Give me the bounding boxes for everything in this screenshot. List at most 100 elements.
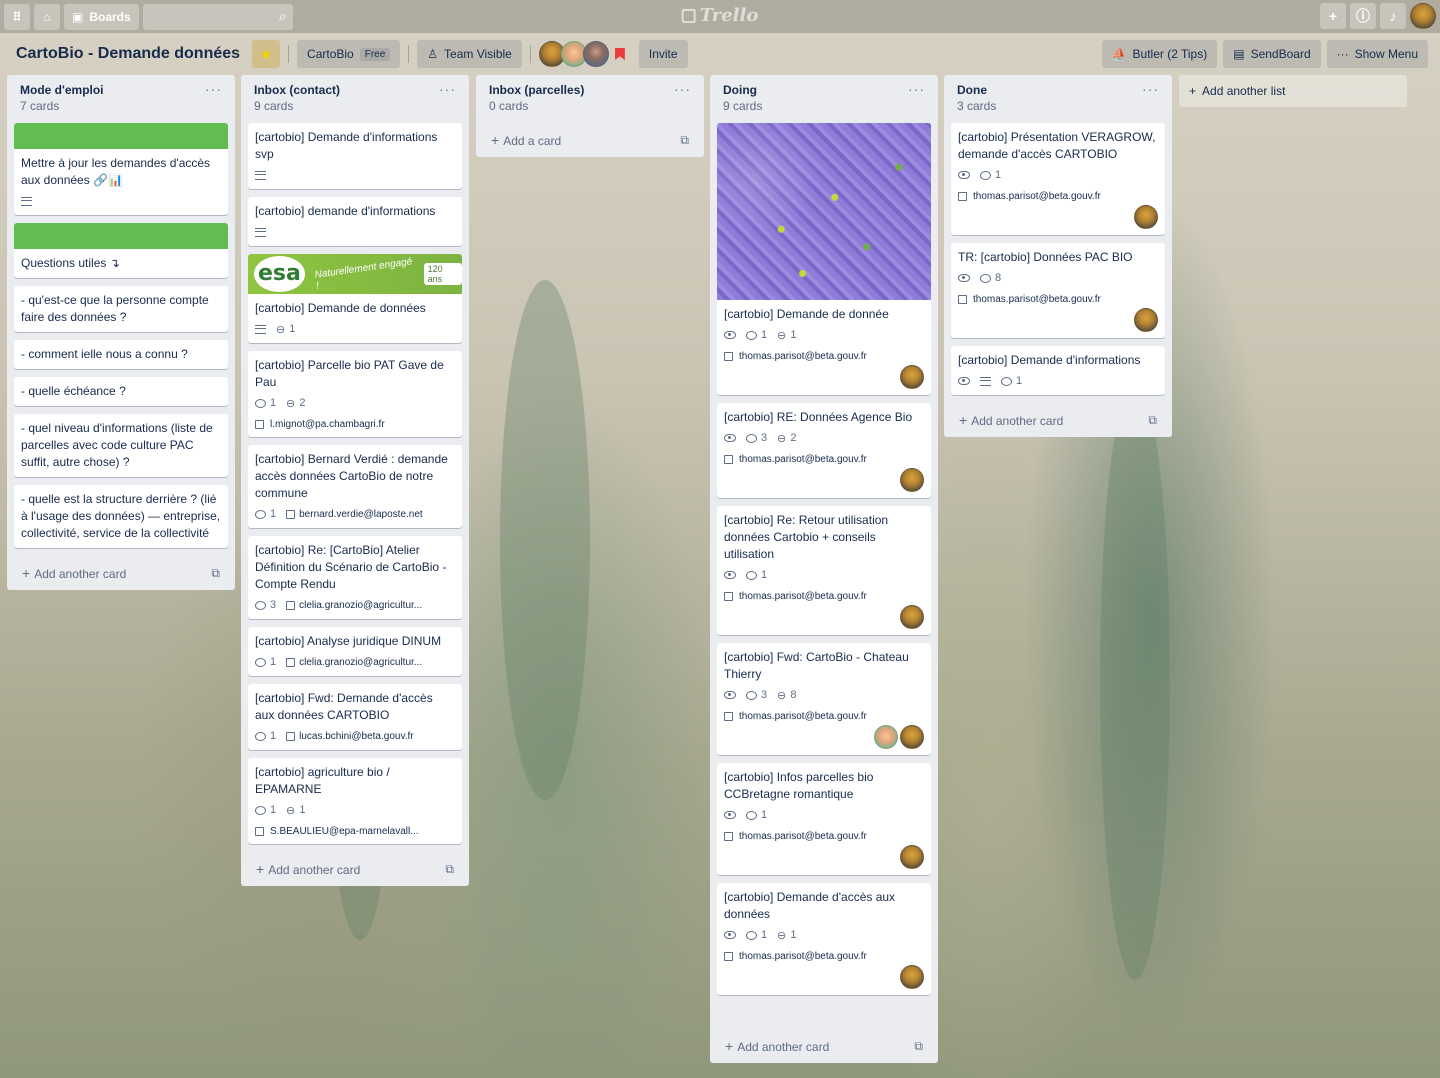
card-title: [cartobio] Parcelle bio PAT Gave de Pau — [255, 358, 444, 389]
watch-icon — [724, 811, 736, 819]
list-card[interactable]: [cartobio] Re: [CartoBio] Atelier Défini… — [248, 536, 462, 619]
apps-grid-icon[interactable]: ⠿ — [4, 3, 30, 30]
list-header[interactable]: Done 3 cards ··· — [951, 75, 1165, 123]
list-card[interactable]: [cartobio] Demande d'informations 1 — [951, 346, 1165, 395]
list-menu-icon[interactable]: ··· — [1142, 81, 1159, 97]
list-card[interactable]: [cartobio] Demande d'informations svp — [248, 123, 462, 189]
member-avatar[interactable] — [1134, 308, 1158, 332]
search-input[interactable]: ⌕ — [142, 3, 293, 30]
add-card-button[interactable]: + Add another card ⧉ — [717, 1029, 931, 1063]
add-list-button[interactable]: + Add another list — [1179, 75, 1407, 107]
add-card-button[interactable]: + Add another card ⧉ — [951, 403, 1165, 437]
description-icon — [255, 227, 266, 237]
list-card[interactable]: - comment ielle nous a connu ? — [14, 340, 228, 369]
list-card[interactable]: [cartobio] Infos parcelles bio CCBretagn… — [717, 763, 931, 875]
template-icon[interactable]: ⧉ — [680, 133, 689, 148]
list-card[interactable]: - quelle est la structure derrière ? (li… — [14, 485, 228, 548]
member-avatar[interactable] — [900, 468, 924, 492]
list-card[interactable]: [cartobio] Fwd: Demande d'accès aux donn… — [248, 684, 462, 750]
list-card[interactable]: [cartobio] Analyse juridique DINUM 1 cle… — [248, 627, 462, 676]
list-title[interactable]: Inbox (parcelles) — [489, 83, 691, 97]
template-icon[interactable]: ⧉ — [445, 862, 454, 877]
list-header[interactable]: Mode d'emploi 7 cards ··· — [14, 75, 228, 123]
list-card[interactable]: - qu'est-ce que la personne compte faire… — [14, 286, 228, 332]
divider — [288, 45, 290, 63]
card-title: [cartobio] demande d'informations — [255, 204, 436, 218]
plus-icon: + — [491, 132, 500, 148]
list-card[interactable]: [cartobio] Bernard Verdié : demande accè… — [248, 445, 462, 528]
list-card[interactable]: [cartobio] Présentation VERAGROW, demand… — [951, 123, 1165, 235]
member-avatar[interactable] — [582, 41, 609, 67]
list-header[interactable]: Inbox (parcelles) 0 cards ··· — [483, 75, 697, 123]
list-done: Done 3 cards ··· [cartobio] Présentation… — [944, 75, 1172, 437]
list-card[interactable]: [cartobio] agriculture bio / EPAMARNE 1 … — [248, 758, 462, 844]
list-card[interactable]: [cartobio] Parcelle bio PAT Gave de Pau … — [248, 351, 462, 437]
list-card[interactable]: Mettre à jour les demandes d'accès aux d… — [14, 123, 228, 215]
template-icon[interactable]: ⧉ — [1148, 413, 1157, 428]
member-avatar[interactable] — [900, 725, 924, 749]
trello-logo[interactable]: Trello — [681, 5, 758, 26]
list-card[interactable]: [cartobio] demande d'informations — [248, 197, 462, 246]
create-plus-icon[interactable]: + — [1320, 3, 1346, 29]
info-icon[interactable]: ⓘ — [1350, 3, 1376, 29]
list-header[interactable]: Doing 9 cards ··· — [717, 75, 931, 123]
member-avatar[interactable] — [900, 605, 924, 629]
list-title[interactable]: Mode d'emploi — [20, 83, 222, 97]
add-card-button[interactable]: + Add another card ⧉ — [14, 556, 228, 590]
green-label[interactable] — [14, 223, 228, 249]
flag-icon[interactable] — [614, 48, 625, 60]
description-icon — [980, 376, 991, 386]
list-card[interactable]: [cartobio] Fwd: CartoBio - Chateau Thier… — [717, 643, 931, 755]
list-card[interactable]: [cartobio] Demande d'accès aux données 1… — [717, 883, 931, 995]
list-card[interactable]: - quel niveau d'informations (liste de p… — [14, 414, 228, 477]
star-icon[interactable]: ★ — [252, 40, 281, 68]
card-title: [cartobio] Demande d'informations svp — [255, 130, 438, 161]
list-title[interactable]: Inbox (contact) — [254, 83, 456, 97]
add-card-button[interactable]: + Add a card ⧉ — [483, 123, 697, 157]
member-avatar[interactable] — [900, 965, 924, 989]
sendboard-icon — [724, 454, 733, 464]
bell-icon[interactable]: ♪ — [1380, 3, 1406, 29]
list-card[interactable]: - quelle échéance ? — [14, 377, 228, 406]
template-icon[interactable]: ⧉ — [914, 1039, 923, 1054]
board-title[interactable]: CartoBio - Demande données — [16, 45, 240, 63]
home-icon[interactable]: ⌂ — [34, 3, 60, 30]
sendboard-button[interactable]: ▤ SendBoard — [1223, 40, 1321, 68]
list-card[interactable]: esa Naturellement engagé ! 120 ans [cart… — [248, 254, 462, 343]
list-title[interactable]: Done — [957, 83, 1159, 97]
add-card-button[interactable]: + Add another card ⧉ — [248, 852, 462, 886]
butler-button[interactable]: ⛵ Butler (2 Tips) — [1101, 40, 1218, 68]
comment-icon — [980, 170, 991, 180]
list-card[interactable]: [cartobio] Re: Retour utilisation donnée… — [717, 506, 931, 635]
list-menu-icon[interactable]: ··· — [908, 81, 925, 97]
list-card[interactable]: Questions utiles ↴ — [14, 223, 228, 278]
list-cards-scroll[interactable]: [cartobio] Demande de donnée 1 ⊘ 1 thomas… — [717, 123, 931, 1029]
sender-email: clelia.granozio@agricultur... — [299, 656, 423, 668]
show-menu-button[interactable]: ··· Show Menu — [1326, 40, 1428, 68]
member-avatar[interactable] — [874, 725, 898, 749]
esa-logo: esa — [254, 256, 305, 292]
list-card[interactable]: [cartobio] RE: Données Agence Bio 3 ⊘ 2 t… — [717, 403, 931, 498]
comment-icon — [746, 690, 757, 700]
boards-button[interactable]: ▣ Boards — [64, 3, 139, 30]
board-icon: ▣ — [72, 9, 84, 24]
team-button[interactable]: CartoBio Free — [297, 40, 401, 68]
list-header[interactable]: Inbox (contact) 9 cards ··· — [248, 75, 462, 123]
member-avatar[interactable] — [1134, 205, 1158, 229]
list-menu-icon[interactable]: ··· — [205, 81, 222, 97]
visibility-button[interactable]: ♙ Team Visible — [417, 40, 522, 68]
list-card[interactable]: TR: [cartobio] Données PAC BIO 8 thomas.… — [951, 243, 1165, 338]
green-label[interactable] — [14, 123, 228, 149]
member-avatar[interactable] — [900, 845, 924, 869]
list-menu-icon[interactable]: ··· — [674, 81, 691, 97]
watch-icon — [724, 331, 736, 339]
template-icon[interactable]: ⧉ — [211, 566, 220, 581]
list-menu-icon[interactable]: ··· — [439, 81, 456, 97]
invite-button[interactable]: Invite — [638, 40, 688, 68]
user-avatar[interactable] — [1410, 3, 1436, 29]
list-card-count: 3 cards — [957, 99, 997, 113]
team-visibility-icon: ♙ — [427, 47, 439, 61]
list-card[interactable]: [cartobio] Demande de donnée 1 ⊘ 1 thomas… — [717, 123, 931, 395]
list-title[interactable]: Doing — [723, 83, 925, 97]
member-avatar[interactable] — [900, 365, 924, 389]
